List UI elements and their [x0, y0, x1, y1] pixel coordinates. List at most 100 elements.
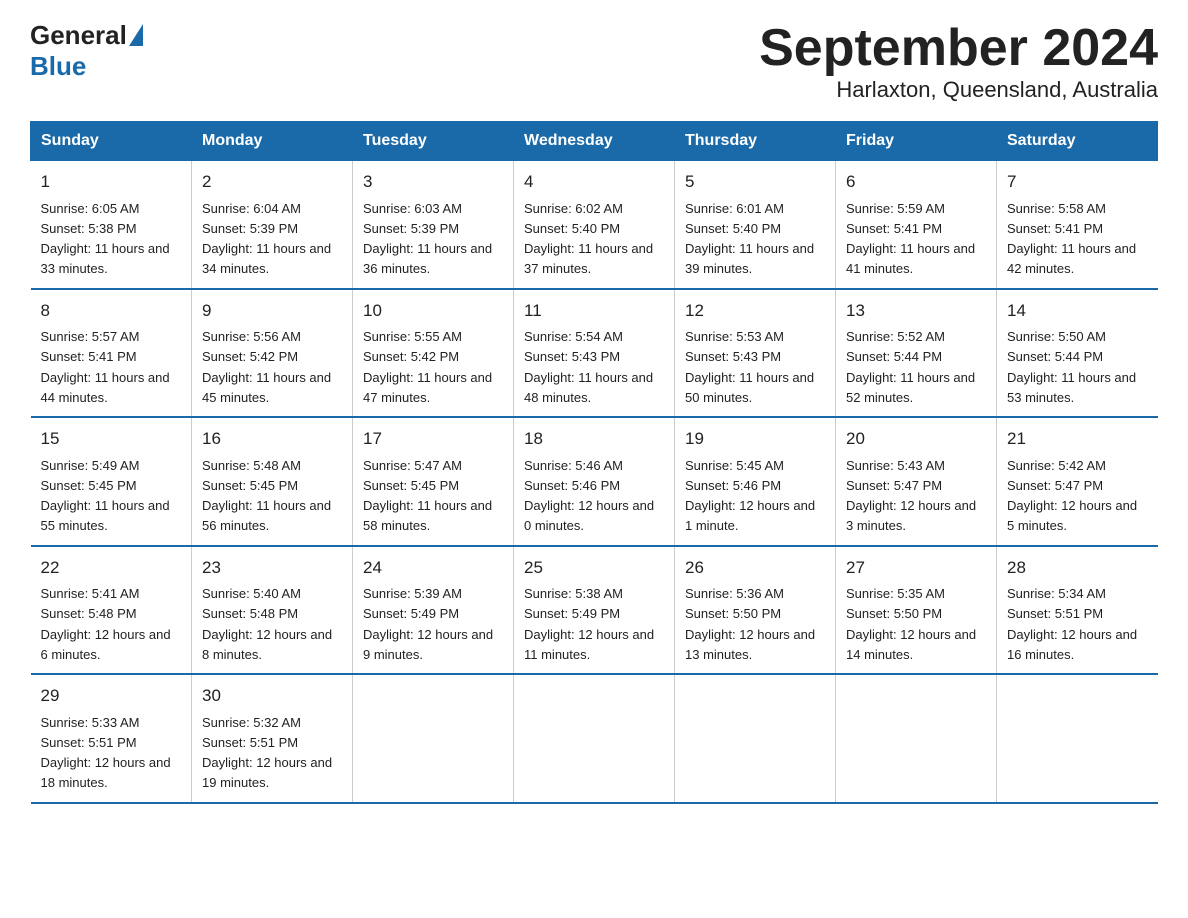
calendar-cell: 11Sunrise: 5:54 AMSunset: 5:43 PMDayligh…: [514, 289, 675, 418]
header-day-saturday: Saturday: [997, 122, 1158, 161]
header-day-sunday: Sunday: [31, 122, 192, 161]
day-number: 19: [685, 426, 825, 452]
day-info: Sunrise: 5:32 AMSunset: 5:51 PMDaylight:…: [202, 715, 332, 791]
day-number: 20: [846, 426, 986, 452]
calendar-cell: 14 Sunrise: 5:50 AMSunset: 5:44 PMDayligh…: [997, 289, 1158, 418]
day-info: Sunrise: 5:33 AMSunset: 5:51 PMDaylight:…: [41, 715, 171, 791]
day-number: 13: [846, 298, 986, 324]
calendar-cell: 26 Sunrise: 5:36 AMSunset: 5:50 PMDayligh…: [675, 546, 836, 675]
calendar-cell: [836, 674, 997, 803]
day-number: 9: [202, 298, 342, 324]
calendar-week-3: 15 Sunrise: 5:49 AMSunset: 5:45 PMDayligh…: [31, 417, 1158, 546]
day-number: 18: [524, 426, 664, 452]
day-number: 30: [202, 683, 342, 709]
calendar-cell: 12Sunrise: 5:53 AMSunset: 5:43 PMDayligh…: [675, 289, 836, 418]
calendar-cell: 17 Sunrise: 5:47 AMSunset: 5:45 PMDayligh…: [353, 417, 514, 546]
calendar-cell: [353, 674, 514, 803]
day-info: Sunrise: 5:45 AMSunset: 5:46 PMDaylight:…: [685, 458, 815, 534]
calendar-week-5: 29 Sunrise: 5:33 AMSunset: 5:51 PMDayligh…: [31, 674, 1158, 803]
day-number: 7: [1007, 169, 1148, 195]
calendar-cell: 24 Sunrise: 5:39 AMSunset: 5:49 PMDayligh…: [353, 546, 514, 675]
logo-triangle-icon: [129, 24, 143, 46]
header-day-tuesday: Tuesday: [353, 122, 514, 161]
calendar-cell: 4 Sunrise: 6:02 AMSunset: 5:40 PMDaylight…: [514, 161, 675, 289]
day-info: Sunrise: 5:48 AMSunset: 5:45 PMDaylight:…: [202, 458, 331, 534]
day-number: 8: [41, 298, 182, 324]
day-number: 22: [41, 555, 182, 581]
page-header: General Blue September 2024 Harlaxton, Q…: [30, 20, 1158, 103]
day-number: 26: [685, 555, 825, 581]
calendar-cell: 8 Sunrise: 5:57 AMSunset: 5:41 PMDaylight…: [31, 289, 192, 418]
day-info: Sunrise: 5:52 AMSunset: 5:44 PMDaylight:…: [846, 329, 975, 405]
calendar-cell: [675, 674, 836, 803]
logo-text-blue: Blue: [30, 51, 86, 82]
day-info: Sunrise: 5:55 AMSunset: 5:42 PMDaylight:…: [363, 329, 492, 405]
calendar-cell: 7 Sunrise: 5:58 AMSunset: 5:41 PMDaylight…: [997, 161, 1158, 289]
calendar-cell: 1 Sunrise: 6:05 AMSunset: 5:38 PMDaylight…: [31, 161, 192, 289]
day-number: 16: [202, 426, 342, 452]
calendar-cell: 3Sunrise: 6:03 AMSunset: 5:39 PMDaylight…: [353, 161, 514, 289]
header-day-wednesday: Wednesday: [514, 122, 675, 161]
day-number: 29: [41, 683, 182, 709]
calendar-cell: 25Sunrise: 5:38 AMSunset: 5:49 PMDayligh…: [514, 546, 675, 675]
day-number: 10: [363, 298, 503, 324]
day-number: 3: [363, 169, 503, 195]
day-number: 2: [202, 169, 342, 195]
calendar-cell: [997, 674, 1158, 803]
day-number: 27: [846, 555, 986, 581]
day-info: Sunrise: 6:05 AMSunset: 5:38 PMDaylight:…: [41, 201, 170, 277]
day-number: 14: [1007, 298, 1148, 324]
day-info: Sunrise: 5:59 AMSunset: 5:41 PMDaylight:…: [846, 201, 975, 277]
day-info: Sunrise: 5:58 AMSunset: 5:41 PMDaylight:…: [1007, 201, 1136, 277]
day-info: Sunrise: 5:38 AMSunset: 5:49 PMDaylight:…: [524, 586, 654, 662]
day-number: 23: [202, 555, 342, 581]
day-number: 15: [41, 426, 182, 452]
calendar-cell: 23 Sunrise: 5:40 AMSunset: 5:48 PMDayligh…: [192, 546, 353, 675]
calendar-header: SundayMondayTuesdayWednesdayThursdayFrid…: [31, 122, 1158, 161]
day-info: Sunrise: 5:57 AMSunset: 5:41 PMDaylight:…: [41, 329, 170, 405]
day-info: Sunrise: 5:35 AMSunset: 5:50 PMDaylight:…: [846, 586, 976, 662]
calendar-cell: 2Sunrise: 6:04 AMSunset: 5:39 PMDaylight…: [192, 161, 353, 289]
logo: General Blue: [30, 20, 143, 82]
calendar-cell: [514, 674, 675, 803]
header-day-friday: Friday: [836, 122, 997, 161]
calendar-cell: 15 Sunrise: 5:49 AMSunset: 5:45 PMDayligh…: [31, 417, 192, 546]
day-info: Sunrise: 5:47 AMSunset: 5:45 PMDaylight:…: [363, 458, 492, 534]
day-number: 6: [846, 169, 986, 195]
day-info: Sunrise: 5:50 AMSunset: 5:44 PMDaylight:…: [1007, 329, 1136, 405]
calendar-cell: 19 Sunrise: 5:45 AMSunset: 5:46 PMDayligh…: [675, 417, 836, 546]
calendar-table: SundayMondayTuesdayWednesdayThursdayFrid…: [30, 121, 1158, 804]
calendar-cell: 9Sunrise: 5:56 AMSunset: 5:42 PMDaylight…: [192, 289, 353, 418]
page-subtitle: Harlaxton, Queensland, Australia: [759, 77, 1158, 103]
calendar-cell: 18 Sunrise: 5:46 AMSunset: 5:46 PMDayligh…: [514, 417, 675, 546]
page-title: September 2024: [759, 20, 1158, 77]
day-number: 1: [41, 169, 182, 195]
calendar-cell: 5Sunrise: 6:01 AMSunset: 5:40 PMDaylight…: [675, 161, 836, 289]
calendar-cell: 21Sunrise: 5:42 AMSunset: 5:47 PMDayligh…: [997, 417, 1158, 546]
day-number: 28: [1007, 555, 1148, 581]
day-number: 4: [524, 169, 664, 195]
calendar-cell: 29 Sunrise: 5:33 AMSunset: 5:51 PMDayligh…: [31, 674, 192, 803]
calendar-cell: 13 Sunrise: 5:52 AMSunset: 5:44 PMDayligh…: [836, 289, 997, 418]
calendar-week-2: 8 Sunrise: 5:57 AMSunset: 5:41 PMDaylight…: [31, 289, 1158, 418]
calendar-week-4: 22 Sunrise: 5:41 AMSunset: 5:48 PMDayligh…: [31, 546, 1158, 675]
day-info: Sunrise: 5:46 AMSunset: 5:46 PMDaylight:…: [524, 458, 654, 534]
calendar-cell: 16 Sunrise: 5:48 AMSunset: 5:45 PMDayligh…: [192, 417, 353, 546]
day-info: Sunrise: 5:34 AMSunset: 5:51 PMDaylight:…: [1007, 586, 1137, 662]
day-info: Sunrise: 5:43 AMSunset: 5:47 PMDaylight:…: [846, 458, 976, 534]
day-info: Sunrise: 5:49 AMSunset: 5:45 PMDaylight:…: [41, 458, 170, 534]
day-info: Sunrise: 5:36 AMSunset: 5:50 PMDaylight:…: [685, 586, 815, 662]
day-info: Sunrise: 6:02 AMSunset: 5:40 PMDaylight:…: [524, 201, 653, 277]
day-info: Sunrise: 5:40 AMSunset: 5:48 PMDaylight:…: [202, 586, 332, 662]
day-number: 24: [363, 555, 503, 581]
calendar-cell: 10 Sunrise: 5:55 AMSunset: 5:42 PMDayligh…: [353, 289, 514, 418]
day-info: Sunrise: 5:41 AMSunset: 5:48 PMDaylight:…: [41, 586, 171, 662]
calendar-week-1: 1 Sunrise: 6:05 AMSunset: 5:38 PMDaylight…: [31, 161, 1158, 289]
day-info: Sunrise: 5:39 AMSunset: 5:49 PMDaylight:…: [363, 586, 493, 662]
day-number: 5: [685, 169, 825, 195]
calendar-cell: 27 Sunrise: 5:35 AMSunset: 5:50 PMDayligh…: [836, 546, 997, 675]
calendar-cell: 22 Sunrise: 5:41 AMSunset: 5:48 PMDayligh…: [31, 546, 192, 675]
day-number: 12: [685, 298, 825, 324]
day-number: 17: [363, 426, 503, 452]
header-day-monday: Monday: [192, 122, 353, 161]
